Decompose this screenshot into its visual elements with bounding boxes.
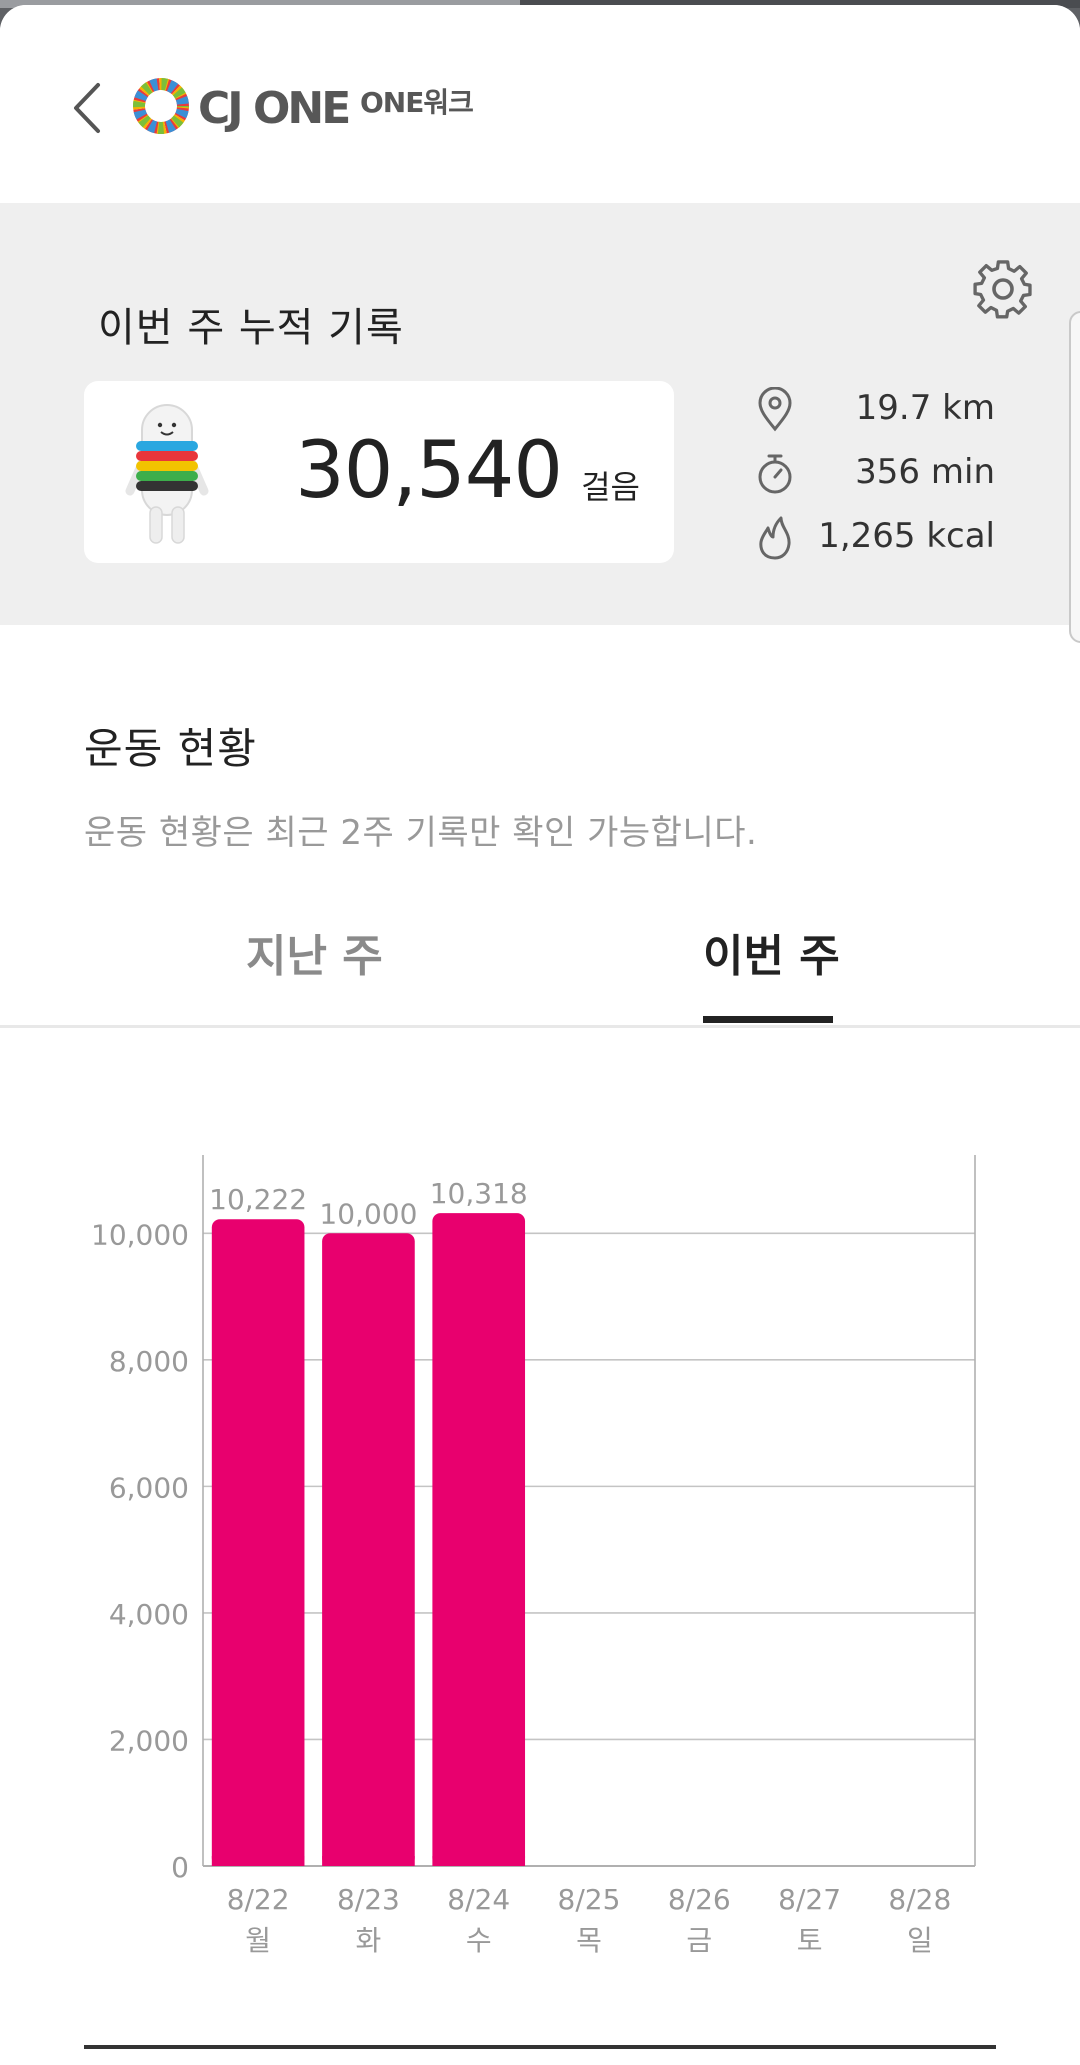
steps-card: 30,540 걸음 — [84, 381, 674, 563]
x-tick-weekday-label: 토 — [797, 1924, 823, 1957]
walking-mascot-icon — [125, 404, 209, 544]
bar — [432, 1213, 526, 1866]
section-title: 운동 현황 — [84, 724, 257, 773]
y-tick-label: 10,000 — [91, 1218, 189, 1251]
x-tick-date-label: 8/27 — [778, 1883, 841, 1916]
x-tick-date-label: 8/23 — [337, 1883, 400, 1916]
x-tick-date-label: 8/25 — [558, 1883, 621, 1916]
y-tick-label: 4,000 — [109, 1598, 189, 1631]
distance-value: 19.7 km — [855, 388, 995, 428]
x-tick-date-label: 8/24 — [447, 1883, 510, 1916]
bar-value-label: 10,318 — [430, 1177, 528, 1210]
flame-icon — [759, 516, 791, 560]
x-tick-weekday-label: 수 — [466, 1924, 492, 1957]
settings-button[interactable] — [970, 255, 1036, 321]
summary-title: 이번 주 누적 기록 — [98, 305, 404, 351]
bar — [322, 1233, 415, 1866]
bar-base — [322, 1856, 415, 1866]
x-tick-weekday-label: 일 — [907, 1924, 933, 1957]
calories-value: 1,265 kcal — [818, 516, 995, 556]
y-tick-label: 2,000 — [109, 1724, 189, 1757]
bar-value-label: 10,222 — [209, 1183, 307, 1216]
x-tick-date-label: 8/28 — [888, 1883, 951, 1916]
bar — [211, 1219, 305, 1866]
distance-stat: 19.7 km — [755, 383, 995, 433]
x-tick-weekday-label: 금 — [686, 1924, 712, 1957]
duration-stat: 356 min — [755, 447, 995, 497]
tab-this-week[interactable]: 이번 주 — [703, 927, 840, 987]
y-tick-label: 6,000 — [109, 1471, 189, 1504]
gear-icon — [973, 260, 1032, 319]
x-tick-weekday-label: 화 — [356, 1924, 382, 1957]
weekly-summary: 이번 주 누적 기록 30,540 걸음 19.7 km 356 min 1,2… — [0, 203, 1080, 625]
x-tick-weekday-label: 월 — [245, 1924, 271, 1957]
side-drawer-handle[interactable] — [1069, 311, 1080, 643]
x-tick-weekday-label: 목 — [576, 1924, 602, 1957]
x-tick-date-label: 8/26 — [668, 1883, 731, 1916]
logo-service-name: ONE워크 — [360, 86, 474, 119]
stopwatch-icon — [758, 454, 792, 494]
weekly-steps-value: 30,540 — [295, 426, 563, 516]
back-button[interactable] — [62, 77, 112, 139]
cj-one-logo: CJ ONE ONE워크 — [130, 73, 490, 143]
weekly-steps-chart: 0 2,000 4,000 6,000 8,000 10,000 10,222 8/22 월 10… — [0, 1120, 1080, 1975]
bar-chart: 0 2,000 4,000 6,000 8,000 10,000 10,222 8/22 월 10… — [91, 1120, 976, 1957]
week-tabs: 지난 주 이번 주 — [0, 905, 1080, 1028]
chevron-left-icon — [74, 83, 100, 133]
calories-stat: 1,265 kcal — [755, 511, 995, 561]
steps-unit: 걸음 — [581, 468, 640, 506]
x-tick-date-label: 8/22 — [227, 1883, 290, 1916]
bar-base — [432, 1856, 526, 1866]
y-tick-label: 0 — [171, 1851, 189, 1884]
tab-last-week[interactable]: 지난 주 — [246, 927, 383, 987]
y-tick-label: 8,000 — [109, 1345, 189, 1378]
bar-value-label: 10,000 — [319, 1197, 417, 1230]
bottom-divider — [84, 2045, 996, 2049]
location-pin-icon — [758, 387, 792, 432]
section-description: 운동 현황은 최근 2주 기록만 확인 가능합니다. — [84, 813, 758, 853]
bottom-sheet: CJ ONE ONE워크 이번 주 누적 기록 30,540 걸음 19.7 k… — [0, 5, 1080, 2065]
header: CJ ONE ONE워크 — [0, 5, 1080, 203]
cj-one-logo-icon — [133, 78, 189, 134]
bar-base — [211, 1856, 305, 1866]
active-tab-indicator — [703, 1016, 833, 1023]
logo-wordmark: CJ ONE — [198, 83, 351, 134]
duration-value: 356 min — [855, 452, 995, 492]
